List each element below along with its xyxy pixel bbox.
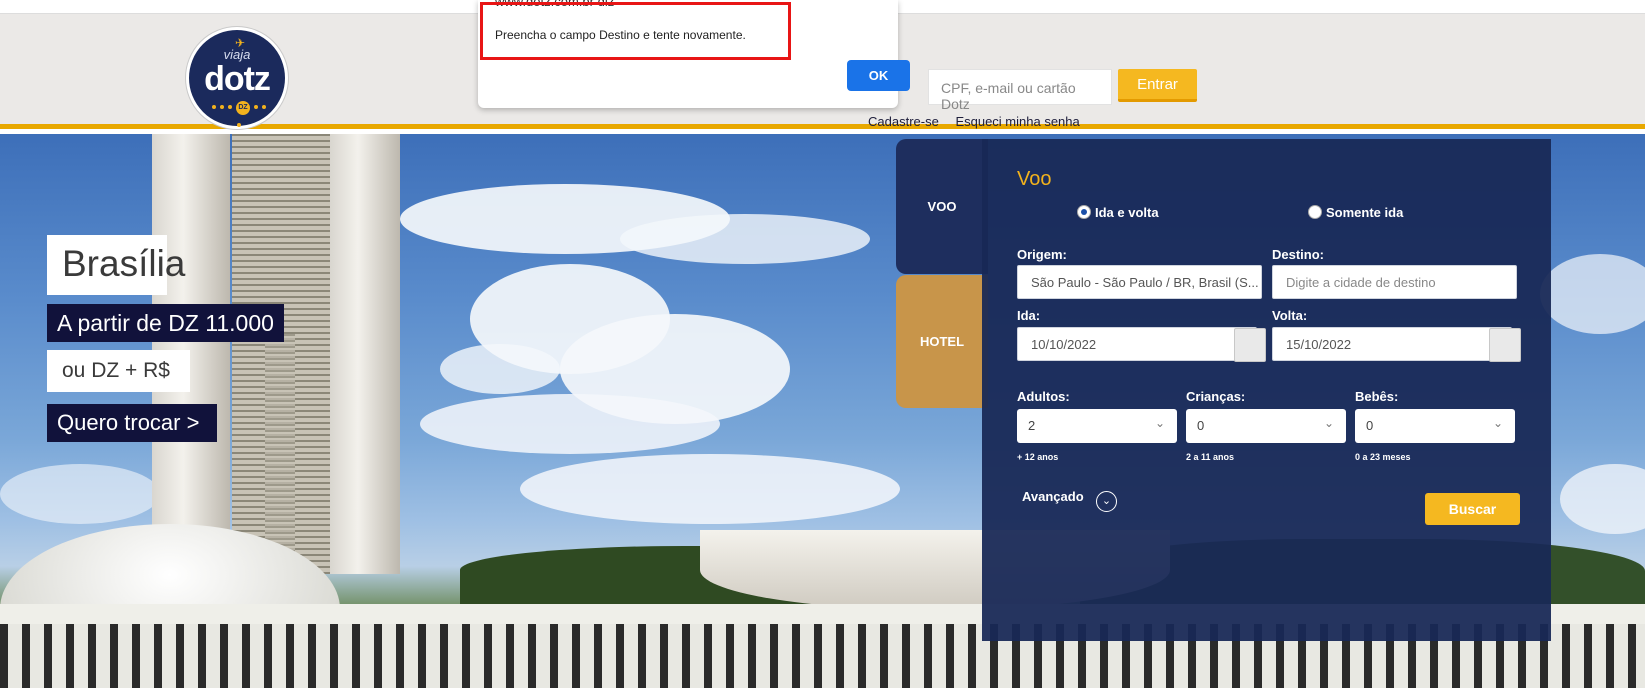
return-calendar-icon[interactable] (1489, 328, 1521, 362)
adults-label: Adultos: (1017, 389, 1070, 404)
highlight-box (480, 2, 791, 60)
advanced-toggle[interactable]: Avançado (1022, 489, 1084, 504)
destination-label: Destino: (1272, 247, 1324, 262)
depart-date-input[interactable]: 10/10/2022 (1017, 327, 1257, 361)
radio-unselected-icon (1308, 205, 1322, 219)
radio-one-way[interactable]: Somente ida (1308, 205, 1403, 220)
chevron-down-icon: ⌄ (1154, 416, 1165, 430)
promo-price: A partir de DZ 11.000 (47, 304, 284, 342)
panel-title: Voo (1017, 168, 1052, 190)
account-links: Cadastre-se Esqueci minha senha (868, 114, 1093, 129)
login-input[interactable]: CPF, e-mail ou cartão Dotz (928, 69, 1112, 112)
forgot-password-link[interactable]: Esqueci minha senha (955, 114, 1079, 129)
login-button[interactable]: Entrar (1118, 69, 1197, 102)
logo-dots: DZ (209, 101, 269, 127)
radio-round-trip[interactable]: Ida e volta (1077, 205, 1159, 220)
infants-label: Bebês: (1355, 389, 1399, 404)
logo-brand-text: dotz (204, 60, 271, 98)
chevron-down-icon: ⌄ (1492, 416, 1503, 430)
origin-label: Origem: (1017, 247, 1067, 262)
promo-alt-price: ou DZ + R$ (47, 350, 190, 392)
radio-selected-icon (1077, 205, 1091, 219)
adults-select[interactable]: 2 ⌄ (1017, 409, 1177, 443)
tab-hotel[interactable]: HOTEL (896, 275, 988, 408)
infants-hint: 0 a 23 meses (1355, 452, 1411, 462)
depart-label: Ida: (1017, 308, 1041, 323)
tab-flight[interactable]: VOO (896, 139, 988, 274)
children-label: Crianças: (1186, 389, 1246, 404)
destination-input[interactable]: Digite a cidade de destino (1272, 265, 1517, 299)
return-label: Volta: (1272, 308, 1308, 323)
search-button[interactable]: Buscar (1425, 493, 1520, 525)
promo-cta-button[interactable]: Quero trocar > (47, 404, 217, 442)
chevron-down-icon: ⌄ (1323, 416, 1334, 430)
adults-hint: + 12 anos (1017, 452, 1059, 462)
origin-input[interactable]: São Paulo - São Paulo / BR, Brasil (S... (1017, 265, 1262, 299)
depart-calendar-icon[interactable] (1234, 328, 1266, 362)
children-hint: 2 a 11 anos (1186, 452, 1235, 462)
logo-badge: DZ (236, 101, 250, 115)
promo-city: Brasília (47, 235, 185, 295)
dialog-ok-button[interactable]: OK (847, 60, 910, 91)
return-date-input[interactable]: 15/10/2022 (1272, 327, 1512, 361)
chevron-down-circle-icon[interactable]: ⌄ (1096, 491, 1117, 512)
dotz-logo[interactable]: ✈ viaja dotz DZ (186, 27, 288, 129)
infants-select[interactable]: 0 ⌄ (1355, 409, 1515, 443)
children-select[interactable]: 0 ⌄ (1186, 409, 1346, 443)
flight-search-panel: Voo Ida e volta Somente ida Origem: São … (982, 139, 1551, 641)
signup-link[interactable]: Cadastre-se (868, 114, 939, 129)
